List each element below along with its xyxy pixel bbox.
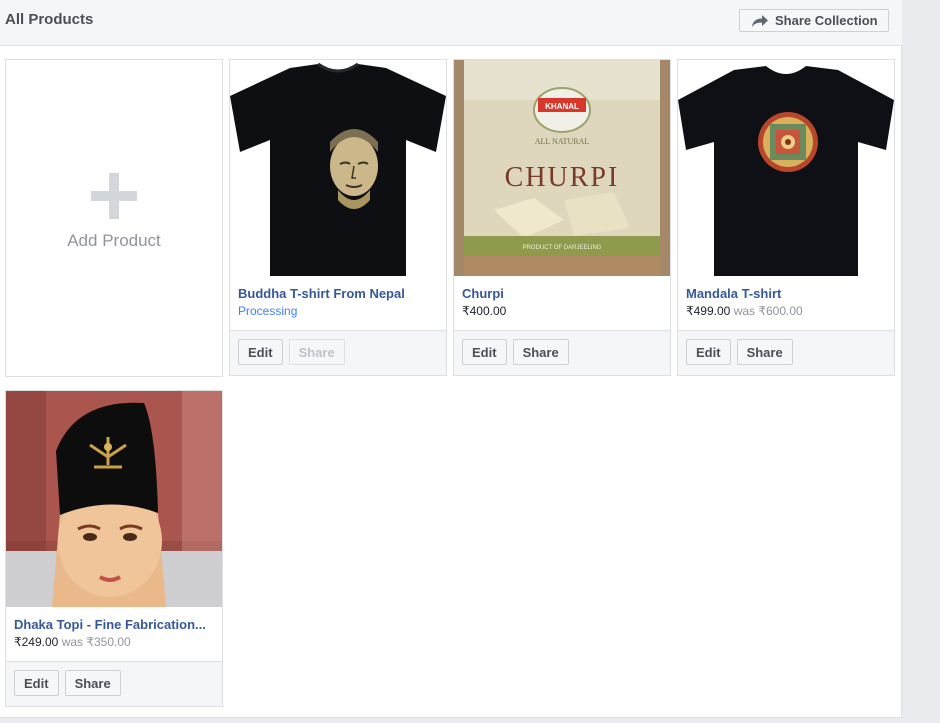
product-info: Mandala T-shirt ₹499.00 was ₹600.00 [678, 276, 894, 330]
product-image-dhaka-topi[interactable] [6, 391, 222, 607]
product-actions: Edit Share [230, 330, 446, 375]
product-card-dhaka-topi: Dhaka Topi - Fine Fabrication... ₹249.00… [5, 390, 223, 707]
share-button[interactable]: Share [288, 339, 345, 365]
product-info: Buddha T-shirt From Nepal Processing [230, 276, 446, 330]
original-price: ₹350.00 [86, 635, 131, 649]
share-collection-label: Share Collection [775, 13, 878, 28]
product-card-churpi: KHANAL ALL NATURAL CHURPI PRODUCT OF DAR… [453, 59, 671, 376]
product-info: Churpi ₹400.00 [454, 276, 670, 330]
product-actions: Edit Share [6, 661, 222, 706]
product-name-link[interactable]: Buddha T-shirt From Nepal [238, 286, 438, 301]
current-price: ₹249.00 [14, 635, 59, 649]
product-card-buddha-tshirt: Buddha T-shirt From Nepal Processing Edi… [229, 59, 447, 376]
product-price: ₹400.00 [462, 304, 662, 318]
package-tagline: ALL NATURAL [535, 137, 590, 146]
product-name-link[interactable]: Dhaka Topi - Fine Fabrication... [14, 617, 214, 632]
edit-button[interactable]: Edit [238, 339, 283, 365]
add-product-label: Add Product [67, 231, 161, 250]
product-image-buddha-tshirt[interactable] [230, 60, 446, 276]
brand-logo-text: KHANAL [545, 102, 579, 111]
product-actions: Edit Share [454, 330, 670, 375]
product-name-link[interactable]: Churpi [462, 286, 662, 301]
product-card-mandala-tshirt: Mandala T-shirt ₹499.00 was ₹600.00 Edit… [677, 59, 895, 376]
was-label: was [733, 304, 756, 318]
product-status: Processing [238, 304, 298, 318]
product-price: ₹499.00 was ₹600.00 [686, 304, 886, 318]
product-actions: Edit Share [678, 330, 894, 375]
section-title: All Products [5, 11, 94, 28]
plus-icon [91, 173, 137, 219]
product-image-churpi[interactable]: KHANAL ALL NATURAL CHURPI PRODUCT OF DAR… [454, 60, 670, 276]
current-price: ₹499.00 [686, 304, 731, 318]
was-label: was [61, 635, 84, 649]
share-button[interactable]: Share [64, 670, 121, 696]
edit-button[interactable]: Edit [462, 339, 507, 365]
share-arrow-icon [752, 14, 768, 27]
section-header: All Products Share Collection [0, 0, 902, 46]
product-image-mandala-tshirt[interactable] [678, 60, 894, 276]
share-collection-button[interactable]: Share Collection [739, 9, 889, 32]
original-price: ₹600.00 [758, 304, 803, 318]
package-product-name: CHURPI [505, 162, 620, 193]
share-button[interactable]: Share [512, 339, 569, 365]
products-panel: All Products Share Collection Add Produc… [0, 0, 902, 718]
product-name-link[interactable]: Mandala T-shirt [686, 286, 886, 301]
edit-button[interactable]: Edit [686, 339, 731, 365]
add-product-card[interactable]: Add Product [5, 59, 223, 377]
product-info: Dhaka Topi - Fine Fabrication... ₹249.00… [6, 607, 222, 661]
current-price: ₹400.00 [462, 304, 507, 318]
edit-button[interactable]: Edit [14, 670, 59, 696]
share-button[interactable]: Share [736, 339, 793, 365]
product-price: ₹249.00 was ₹350.00 [14, 635, 214, 649]
package-origin: PRODUCT OF DARJEELING [523, 245, 602, 251]
